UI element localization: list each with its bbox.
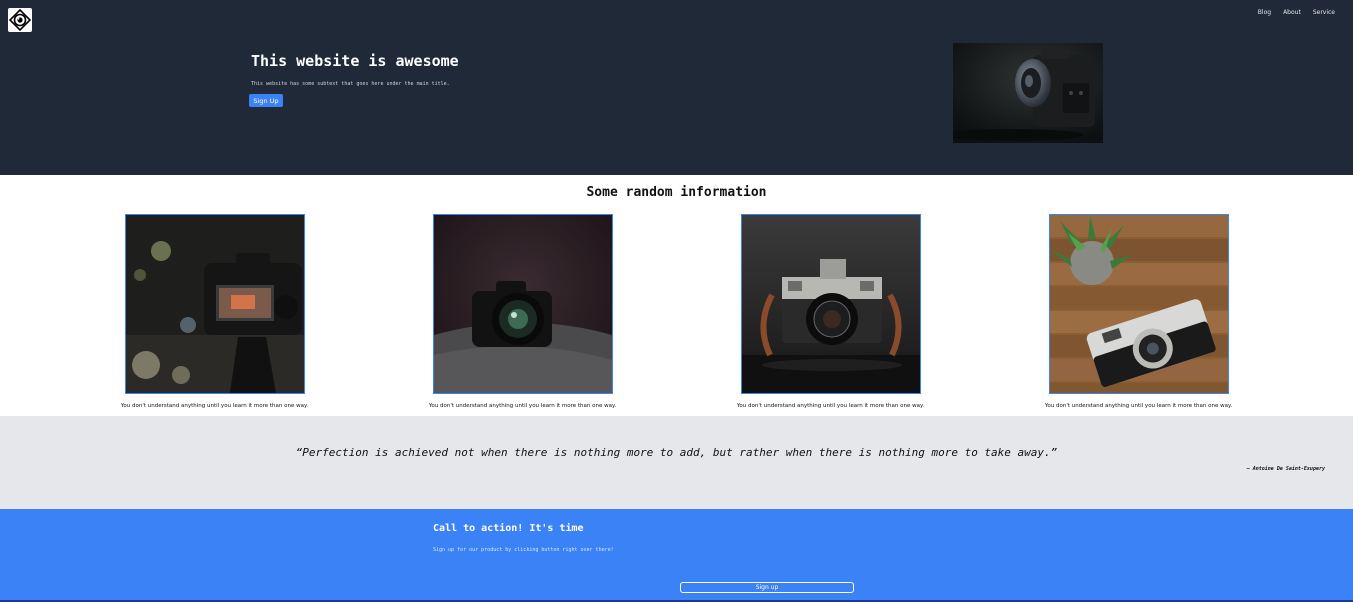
camera-lens-logo-icon[interactable] [8,8,32,32]
cta-subtitle: Sign up for our product by clicking butt… [433,547,614,553]
card-caption: You don't understand anything until you … [120,403,309,409]
vintage-camera-image [741,214,921,394]
camera-lens-front-image [433,214,613,394]
top-nav: Blog About Service [1258,9,1335,16]
info-card: You don't understand anything until you … [121,214,308,409]
info-section: Some random information You don't unders… [0,175,1353,416]
camera-lcd-bokeh-image [125,214,305,394]
cta-section: Call to action! It's time Sign up for ou… [0,509,1353,602]
card-caption: You don't understand anything until you … [1044,403,1233,409]
info-card: You don't understand anything until you … [429,214,616,409]
quote-text: “Perfection is achieved not when there i… [295,446,1058,459]
camera-on-wood-image [1049,214,1229,394]
nav-link-service[interactable]: Service [1313,9,1335,16]
card-caption: You don't understand anything until you … [428,403,617,409]
hero-signup-button[interactable]: Sign Up [249,94,283,107]
hero-subtitle: This website has some subtext that goes … [251,81,450,87]
hero-camera-image [953,43,1103,143]
info-title: Some random information [586,185,767,200]
nav-link-blog[interactable]: Blog [1258,9,1271,16]
cta-signup-button[interactable]: Sign up [680,582,854,593]
hero-title: This website is awesome [251,52,459,70]
quote-author: – Antoine De Saint-Exupery [1246,466,1325,472]
cta-title: Call to action! It's time [433,523,584,534]
info-card: You don't understand anything until you … [737,214,924,409]
quote-section: “Perfection is achieved not when there i… [0,416,1353,509]
card-caption: You don't understand anything until you … [736,403,925,409]
info-card: You don't understand anything until you … [1045,214,1232,409]
hero-section: Blog About Service This website is aweso… [0,0,1353,175]
nav-link-about[interactable]: About [1283,9,1301,16]
